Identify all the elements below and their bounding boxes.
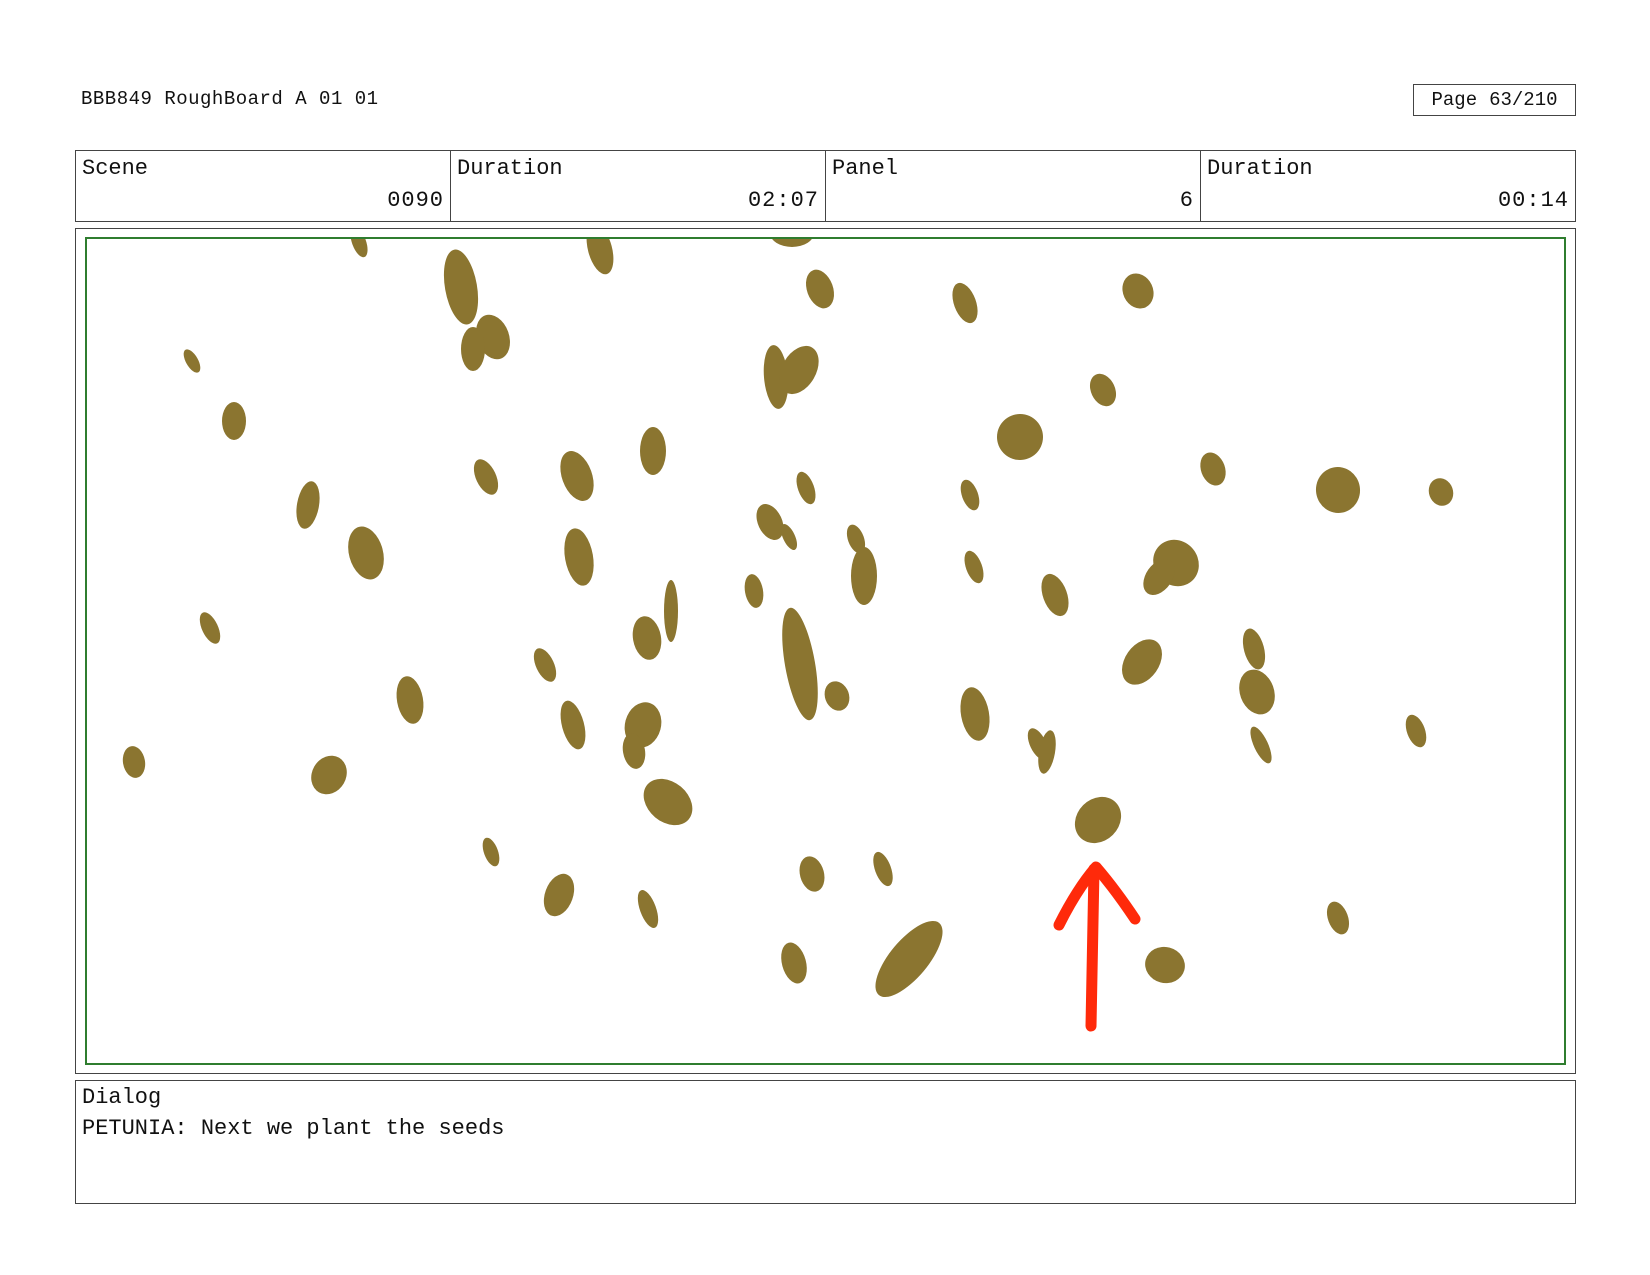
panel-duration-label: Duration	[1207, 156, 1313, 181]
seed	[1250, 726, 1272, 764]
seed	[1074, 796, 1122, 844]
seed	[564, 528, 594, 586]
seed	[296, 481, 320, 529]
seed	[543, 873, 575, 917]
seed	[1200, 452, 1226, 486]
panel-label: Panel	[832, 156, 899, 181]
seed	[640, 427, 666, 475]
page-label: Page	[1431, 89, 1478, 111]
seed	[664, 580, 678, 642]
seed	[643, 778, 693, 826]
seed	[772, 239, 812, 247]
seed	[1405, 714, 1427, 748]
seed	[473, 459, 499, 495]
seed	[560, 700, 586, 750]
red-arrow-up-icon	[1053, 861, 1141, 1032]
seed	[586, 239, 614, 275]
seed	[1122, 639, 1162, 685]
document-title: BBB849 RoughBoard A 01 01	[81, 88, 379, 110]
seed	[183, 349, 201, 373]
seed	[560, 451, 594, 501]
seed	[796, 471, 816, 505]
seed	[799, 856, 825, 892]
seed	[960, 479, 980, 511]
dialog-text: PETUNIA: Next we plant the seeds	[82, 1116, 505, 1141]
seed	[348, 526, 384, 580]
seed	[1242, 628, 1266, 670]
seed	[997, 414, 1043, 460]
seed	[824, 681, 850, 711]
seed	[350, 239, 368, 258]
seed	[851, 547, 877, 605]
scene-duration-value: 02:07	[747, 188, 819, 213]
panel-drawing-area	[85, 237, 1566, 1065]
dialog-label: Dialog	[82, 1085, 162, 1110]
seed	[1428, 478, 1454, 506]
seed	[533, 648, 557, 682]
seed	[873, 851, 893, 887]
seeds	[122, 239, 1454, 998]
seed	[1145, 946, 1185, 984]
seed	[396, 676, 424, 724]
scene-label: Scene	[82, 156, 149, 181]
seed	[1122, 273, 1154, 309]
seed	[952, 282, 978, 324]
seed	[1315, 467, 1361, 513]
seed	[960, 687, 990, 741]
seed	[875, 920, 943, 998]
seed	[744, 574, 764, 608]
seed	[1239, 669, 1275, 715]
seed	[964, 550, 984, 584]
panel-value: 6	[1179, 188, 1194, 213]
seed	[1089, 373, 1117, 407]
scene-value: 0090	[387, 188, 444, 213]
seed	[782, 607, 818, 721]
panel-duration-cell: Duration 00:14	[1201, 151, 1575, 221]
seed	[781, 942, 807, 984]
panel-drawing	[122, 239, 1454, 1032]
scene-duration-cell: Duration 02:07	[451, 151, 826, 221]
scene-duration-label: Duration	[457, 156, 563, 181]
scene-cell: Scene 0090	[76, 151, 451, 221]
seed	[443, 249, 479, 325]
seed	[199, 612, 221, 644]
seed	[482, 837, 500, 867]
seed	[311, 755, 347, 795]
seed	[1326, 901, 1350, 935]
page-number: 63/210	[1489, 89, 1558, 111]
seed	[632, 616, 662, 660]
panel-info-table: Scene 0090 Duration 02:07 Panel 6 Durati…	[75, 150, 1576, 222]
seed	[122, 746, 146, 778]
dialog-box: Dialog PETUNIA: Next we plant the seeds	[75, 1080, 1576, 1204]
seed	[461, 327, 485, 371]
page-indicator: Page 63/210	[1413, 84, 1576, 116]
seed	[805, 269, 835, 309]
panel-duration-value: 00:14	[1497, 188, 1569, 213]
seed	[1041, 573, 1069, 617]
panel-cell: Panel 6	[826, 151, 1201, 221]
seed	[637, 890, 659, 928]
seed	[222, 402, 246, 440]
